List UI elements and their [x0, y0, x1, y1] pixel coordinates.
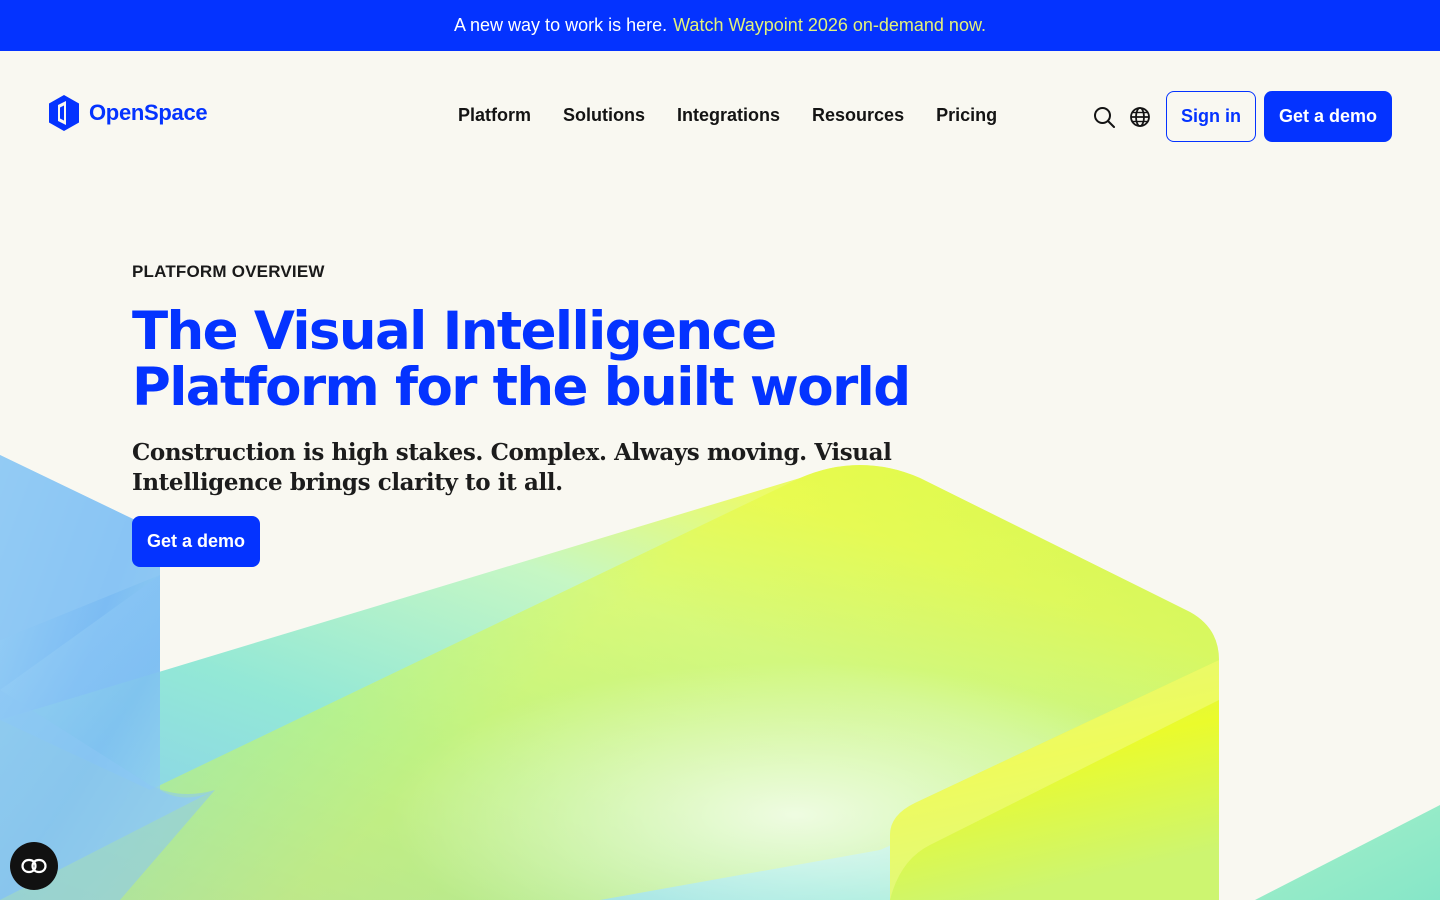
- announcement-link[interactable]: Watch Waypoint 2026 on-demand now.: [673, 15, 986, 36]
- get-demo-hero-button[interactable]: Get a demo: [132, 516, 260, 567]
- hero-title: The Visual Intelligence Platform for the…: [132, 304, 992, 416]
- main-nav: Platform Solutions Integrations Resource…: [458, 104, 997, 126]
- sign-in-button[interactable]: Sign in: [1166, 91, 1256, 142]
- hero-subtitle: Construction is high stakes. Complex. Al…: [132, 439, 892, 496]
- nav-item-solutions[interactable]: Solutions: [563, 104, 645, 126]
- search-icon: [1094, 107, 1115, 128]
- logo-link[interactable]: OpenSpace: [47, 94, 208, 132]
- announcement-bar: A new way to work is here. Watch Waypoin…: [0, 0, 1440, 51]
- nav-item-pricing[interactable]: Pricing: [936, 104, 997, 126]
- get-demo-header-button[interactable]: Get a demo: [1264, 91, 1392, 142]
- accessibility-button[interactable]: [10, 842, 58, 890]
- nav-item-resources[interactable]: Resources: [812, 104, 904, 126]
- accessibility-icon: [21, 858, 47, 874]
- language-button[interactable]: [1127, 104, 1153, 130]
- globe-icon: [1130, 107, 1150, 127]
- hero-title-line-2: Platform for the built world: [132, 357, 911, 418]
- hero-eyebrow: PLATFORM OVERVIEW: [132, 262, 325, 281]
- openspace-logo-icon: [49, 95, 79, 131]
- hero-section: PLATFORM OVERVIEW The Visual Intelligenc…: [132, 262, 992, 567]
- hero-title-line-1: The Visual Intelligence: [132, 301, 777, 362]
- site-header: OpenSpace Platform Solutions Integration…: [0, 51, 1440, 181]
- search-button[interactable]: [1091, 104, 1117, 130]
- nav-item-integrations[interactable]: Integrations: [677, 104, 780, 126]
- announcement-text: A new way to work is here.: [454, 15, 668, 35]
- logo-wordmark: OpenSpace: [89, 100, 208, 125]
- nav-item-platform[interactable]: Platform: [458, 104, 531, 126]
- page: A new way to work is here. Watch Waypoin…: [0, 0, 1440, 900]
